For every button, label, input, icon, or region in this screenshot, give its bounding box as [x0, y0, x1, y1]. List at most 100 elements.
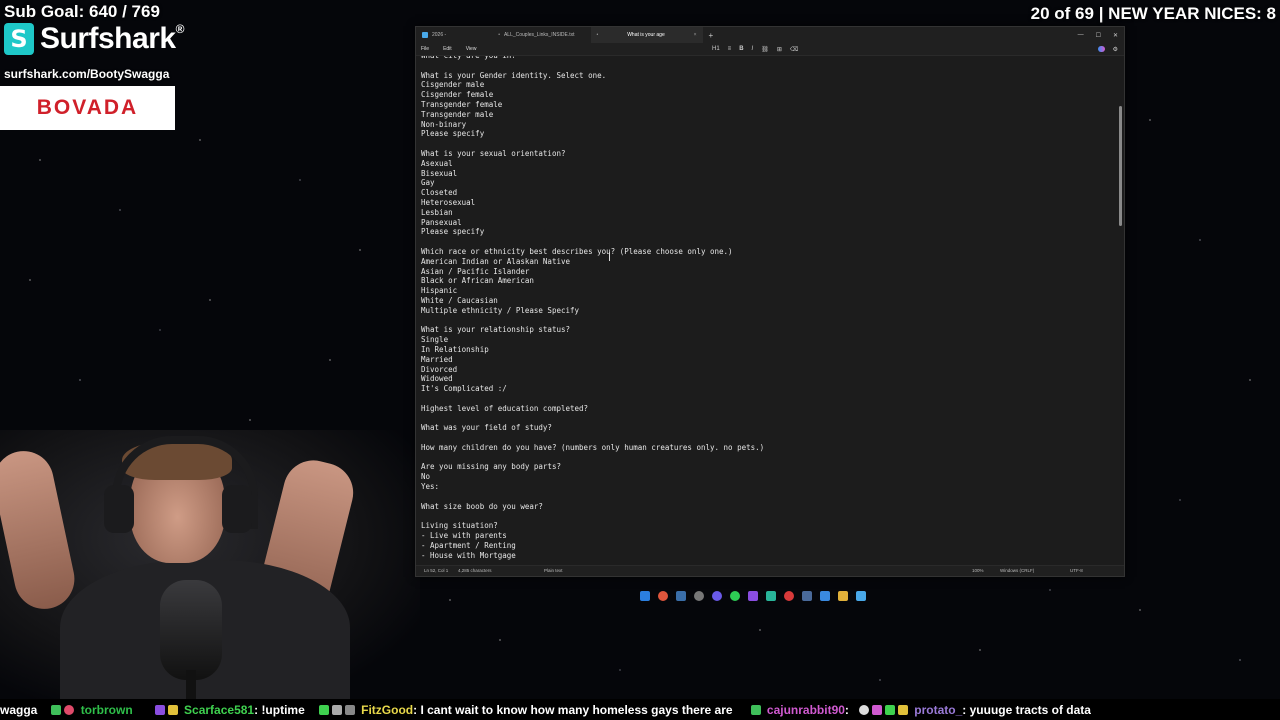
chat-badge-icon	[154, 704, 165, 715]
notepad-window[interactable]: 2026 - • ALL_Couples_Links_INSIDE.txt • …	[415, 26, 1125, 577]
chat-username: FitzGood	[361, 702, 414, 717]
chat-badge-icon	[884, 704, 895, 715]
brand-name: Surfshark®	[40, 22, 184, 56]
menu-edit[interactable]: Edit	[443, 46, 452, 52]
progress-counter: 20 of 69 | NEW YEAR NICES: 8	[1030, 4, 1276, 23]
chat-text: !uptime	[261, 702, 305, 717]
notepad-icon[interactable]	[856, 591, 866, 601]
surfshark-logo-icon: S	[4, 23, 34, 55]
title-bar[interactable]: 2026 - • ALL_Couples_Links_INSIDE.txt • …	[416, 27, 1124, 43]
table-icon[interactable]: ⊞	[777, 46, 782, 53]
tab-label: What is your age	[627, 32, 665, 38]
chat-message: FitzGood: I cant wait to know how many h…	[318, 702, 733, 717]
app-icon[interactable]	[676, 591, 686, 601]
chat-badge-icon	[331, 704, 342, 715]
chat-username: wagga	[0, 702, 38, 717]
settings-gear-icon[interactable]: ⚙	[1113, 46, 1118, 53]
tab-close-icon[interactable]: ×	[694, 32, 697, 38]
tab-modified-dot-icon: •	[596, 32, 599, 38]
registered-mark: ®	[175, 22, 185, 36]
folder-icon[interactable]	[838, 591, 848, 601]
vertical-scrollbar[interactable]	[1117, 56, 1123, 566]
link-icon[interactable]: ⛓	[761, 46, 769, 53]
maximize-button[interactable]: ☐	[1096, 32, 1101, 39]
chat-message: cajunrabbit90:	[750, 702, 849, 717]
chat-text: I cant wait to know how many homeless ga…	[420, 702, 733, 717]
menu-bar: File Edit View H1 ≡ B I ⛓ ⊞ ⌫ ⚙	[416, 43, 1124, 56]
chat-username: cajunrabbit90	[766, 702, 845, 717]
chat-badge-icon	[858, 704, 869, 715]
heart-icon	[64, 704, 75, 715]
chat-badge-icon	[318, 704, 329, 715]
browser-icon[interactable]	[658, 591, 668, 601]
sub-goal-counter: Sub Goal: 640 / 769	[4, 2, 160, 21]
menu-view[interactable]: View	[466, 46, 477, 52]
italic-button[interactable]: I	[752, 46, 754, 52]
brand-name-text: Surfshark	[40, 22, 176, 55]
close-window-button[interactable]: ✕	[1113, 32, 1118, 39]
twitch-icon[interactable]	[748, 591, 758, 601]
chat-text: yuuuge tracts of data	[969, 702, 1091, 717]
chat-badge-icon	[51, 704, 62, 715]
tab-modified-dot-icon[interactable]: •	[498, 32, 500, 38]
chat-username: Scarface581	[184, 702, 255, 717]
app2-icon[interactable]	[766, 591, 776, 601]
chat-username: torbrown	[80, 702, 133, 717]
taskbar	[640, 589, 866, 603]
headset-left-cup	[104, 485, 134, 533]
minimize-button[interactable]: —	[1078, 32, 1084, 38]
line-ending[interactable]: Windows (CRLF)	[1000, 568, 1034, 573]
tab-2026[interactable]: 2026 -	[416, 27, 452, 43]
character-count: 4,285 characters	[458, 568, 492, 573]
scrollbar-thumb[interactable]	[1119, 106, 1122, 226]
spotify-icon[interactable]	[730, 591, 740, 601]
document-text[interactable]: What city are you in? What is your Gende…	[421, 56, 764, 560]
chat-ticker: wagga torbrown Scarface581: !uptime Fitz…	[0, 699, 1280, 720]
cursor-position: Ln 52, Col 1	[424, 568, 449, 573]
notepad-app-icon	[422, 32, 428, 38]
status-bar: Ln 52, Col 1 4,285 characters Plain text…	[416, 565, 1124, 576]
tab-what-is-your-age[interactable]: • What is your age ×	[590, 27, 703, 43]
chat-message: Scarface581: !uptime	[154, 702, 305, 717]
text-editor[interactable]: What city are you in? What is your Gende…	[416, 56, 1116, 566]
chat-badge-icon	[167, 704, 178, 715]
headset-right-cup	[222, 485, 252, 533]
chat-badge-icon	[897, 704, 908, 715]
zoom-level[interactable]: 100%	[972, 568, 984, 573]
chat-message: wagga	[0, 703, 37, 717]
start-icon[interactable]	[640, 591, 650, 601]
discord-icon[interactable]	[712, 591, 722, 601]
promo-url: surfshark.com/BootySwagga	[4, 67, 170, 81]
settings-icon[interactable]	[694, 591, 704, 601]
microphone-arm	[186, 670, 196, 700]
formatting-toolbar: H1 ≡ B I ⛓ ⊞ ⌫	[712, 43, 798, 55]
chat-badge-icon	[750, 704, 761, 715]
tab-all-couples-links[interactable]: • ALL_Couples_Links_INSIDE.txt	[492, 27, 580, 43]
chat-message: protato_: yuuuge tracts of data	[858, 702, 1091, 717]
bovada-banner: BOVADA	[0, 86, 175, 130]
chat-message: torbrown	[51, 702, 133, 717]
bold-button[interactable]: B	[739, 46, 743, 52]
new-tab-button[interactable]: +	[703, 31, 720, 40]
obs-icon[interactable]	[784, 591, 794, 601]
encoding[interactable]: UTF-8	[1070, 568, 1083, 573]
toolbar-right: ⚙	[1097, 43, 1118, 55]
menu-file[interactable]: File	[421, 46, 429, 52]
file-format[interactable]: Plain text	[544, 568, 563, 573]
copilot-icon[interactable]	[1097, 46, 1105, 52]
clear-format-icon[interactable]: ⌫	[790, 46, 798, 53]
heading-button[interactable]: H1	[712, 46, 720, 52]
list-icon[interactable]: ≡	[728, 46, 732, 52]
app3-icon[interactable]	[802, 591, 812, 601]
chat-badge-icon	[871, 704, 882, 715]
text-cursor	[609, 252, 610, 261]
app4-icon[interactable]	[820, 591, 830, 601]
window-controls: — ☐ ✕	[1078, 27, 1118, 43]
webcam-feed	[0, 430, 420, 700]
chat-username: protato_	[914, 702, 963, 717]
tab-label: 2026 -	[432, 32, 447, 38]
tab-label: ALL_Couples_Links_INSIDE.txt	[503, 32, 575, 38]
sponsor-brand: S Surfshark®	[4, 22, 184, 56]
chat-badge-icon	[344, 704, 355, 715]
microphone-icon	[160, 580, 222, 680]
